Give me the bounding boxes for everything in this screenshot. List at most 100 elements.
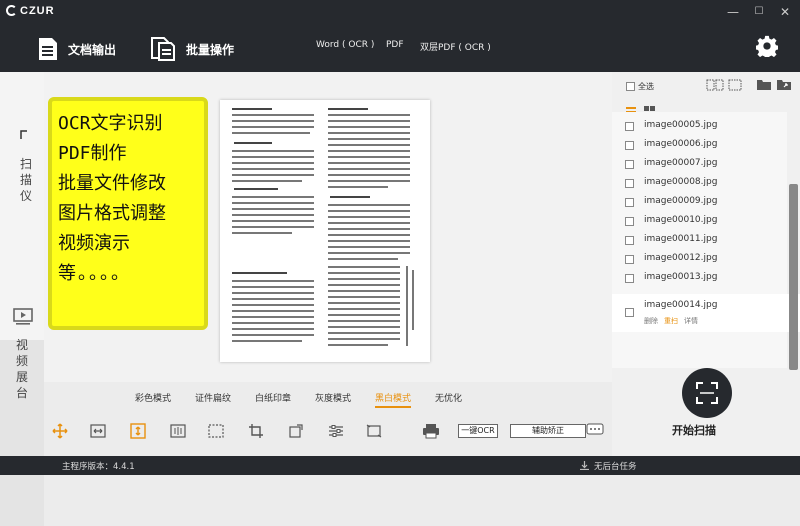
banner-line-etc: 等。。。。 xyxy=(58,263,131,284)
print-icon[interactable] xyxy=(422,423,440,439)
file-name: image00012.jpg xyxy=(644,253,718,263)
list-item[interactable]: image00011.jpg xyxy=(612,231,787,250)
start-scan-label: 开始扫描 xyxy=(672,424,716,437)
assist-correct-button[interactable]: 辅助矫正 xyxy=(510,424,586,438)
file-name: image00013.jpg xyxy=(644,272,718,282)
title-bar: CZUR — ☐ ✕ xyxy=(0,0,800,24)
one-click-ocr-button[interactable]: 一键OCR xyxy=(458,424,498,438)
download-icon xyxy=(580,461,589,470)
more-icon[interactable] xyxy=(586,423,604,437)
minimize-button[interactable]: — xyxy=(722,3,744,21)
fit-height-icon[interactable] xyxy=(130,423,146,439)
list-item[interactable]: image00013.jpg xyxy=(612,269,787,288)
compare-icon[interactable] xyxy=(706,79,724,91)
file-checkbox[interactable] xyxy=(625,217,634,226)
list-item[interactable]: image00009.jpg xyxy=(612,193,787,212)
video-nav[interactable]: 视频展台 xyxy=(15,337,29,401)
folder-export-icon[interactable] xyxy=(776,78,792,91)
doc-output-label: 文档输出 xyxy=(68,42,117,57)
file-checkbox[interactable] xyxy=(625,236,634,245)
select-all-label: 全选 xyxy=(638,82,654,91)
details-link[interactable]: 详情 xyxy=(684,316,698,326)
banner-line-pdf: PDF制作 xyxy=(58,143,127,164)
batch-label: 批量操作 xyxy=(186,42,235,57)
page-view-icon[interactable] xyxy=(728,79,742,91)
format-dual-pdf[interactable]: 双层PDF ( OCR ) xyxy=(420,40,491,53)
list-item[interactable]: image00008.jpg xyxy=(612,174,787,193)
brand-name: CZUR xyxy=(20,5,55,17)
mode-white-stamp[interactable]: 白纸印章 xyxy=(255,391,291,404)
file-checkbox[interactable] xyxy=(625,274,634,283)
logo-icon xyxy=(6,5,17,16)
banner-line-batch: 批量文件修改 xyxy=(58,173,166,194)
file-checkbox[interactable] xyxy=(625,122,634,131)
mode-bw[interactable]: 黑白模式 xyxy=(375,391,412,408)
document-preview xyxy=(220,100,430,362)
file-checkbox[interactable] xyxy=(625,198,634,207)
file-name: image00005.jpg xyxy=(644,120,718,130)
adjust-icon[interactable] xyxy=(328,423,344,439)
file-name: image00006.jpg xyxy=(644,139,718,149)
folder-open-icon[interactable] xyxy=(756,78,772,91)
list-item[interactable]: image00007.jpg xyxy=(612,155,787,174)
czur-logo: CZUR xyxy=(6,5,55,17)
mode-color[interactable]: 彩色模式 xyxy=(135,391,171,404)
start-scan-button[interactable] xyxy=(682,368,732,418)
main-toolbar: 文档输出 批量操作 Word ( OCR ) PDF 双层PDF ( OCR ) xyxy=(0,24,800,72)
deskew-icon[interactable] xyxy=(366,423,382,439)
file-checkbox[interactable] xyxy=(625,160,634,169)
status-bar: 主程序版本：4.4.1 无后台任务 xyxy=(0,456,800,475)
file-name: image00011.jpg xyxy=(644,234,718,244)
color-modes: 彩色模式 证件扁纹 白纸印章 灰度模式 黑白模式 无优化 xyxy=(44,382,612,408)
file-name: image00014.jpg xyxy=(644,300,718,310)
file-checkbox[interactable] xyxy=(625,179,634,188)
delete-link[interactable]: 删除 xyxy=(644,316,658,326)
selected-file-item[interactable]: image00014.jpg 删除 重扫 详情 xyxy=(612,294,800,332)
file-checkbox[interactable] xyxy=(625,255,634,264)
left-sidebar: 扫描仪 视频展台 xyxy=(0,72,44,526)
fit-width-icon[interactable] xyxy=(90,424,106,438)
select-all-checkbox[interactable] xyxy=(626,82,635,91)
file-name: image00009.jpg xyxy=(644,196,718,206)
maximize-button[interactable]: ☐ xyxy=(748,3,770,21)
mode-grayscale[interactable]: 灰度模式 xyxy=(315,391,351,404)
file-panel: 全选 image00005.jpg image00006.jpg image00… xyxy=(612,72,800,456)
list-item[interactable]: image00006.jpg xyxy=(612,136,787,155)
gear-icon[interactable] xyxy=(756,35,778,57)
list-item[interactable]: image00005.jpg xyxy=(612,117,787,136)
file-name: image00008.jpg xyxy=(644,177,718,187)
document-icon xyxy=(39,38,57,60)
list-item[interactable]: image00010.jpg xyxy=(612,212,787,231)
close-button[interactable]: ✕ xyxy=(774,3,796,21)
panel-header: 全选 xyxy=(612,72,800,100)
scan-frame-icon xyxy=(696,382,718,404)
rotate-icon[interactable] xyxy=(288,423,304,439)
file-checkbox[interactable] xyxy=(625,141,634,150)
format-word-ocr[interactable]: Word ( OCR ) xyxy=(316,40,374,50)
file-name: image00010.jpg xyxy=(644,215,718,225)
mode-none[interactable]: 无优化 xyxy=(435,391,462,404)
batch-docs-icon xyxy=(151,37,175,61)
banner-line-ocr: OCR文字识别 xyxy=(58,113,163,134)
list-item[interactable]: image00012.jpg xyxy=(612,250,787,269)
version-text: 主程序版本：4.4.1 xyxy=(62,462,135,472)
list-scrollbar[interactable] xyxy=(789,184,798,370)
feature-banner: OCR文字识别 PDF制作 批量文件修改 图片格式调整 视频演示 等。。。。 xyxy=(48,97,208,330)
move-icon[interactable] xyxy=(52,423,68,439)
file-checkbox[interactable] xyxy=(625,308,634,317)
scanner-icon xyxy=(20,130,27,139)
banner-line-video: 视频演示 xyxy=(58,233,130,254)
batch-tab[interactable]: 批量操作 xyxy=(150,36,234,62)
scanner-nav[interactable]: 扫描仪 xyxy=(19,156,33,204)
doc-output-tab[interactable]: 文档输出 xyxy=(38,36,116,62)
rescan-link[interactable]: 重扫 xyxy=(664,316,678,326)
crop-icon[interactable] xyxy=(248,423,264,439)
banner-line-format: 图片格式调整 xyxy=(58,203,166,224)
mode-id[interactable]: 证件扁纹 xyxy=(195,391,231,404)
video-icon xyxy=(13,308,33,325)
background-task-text: 无后台任务 xyxy=(594,462,637,472)
file-name: image00007.jpg xyxy=(644,158,718,168)
split-page-icon[interactable] xyxy=(170,424,186,438)
select-area-icon[interactable] xyxy=(208,424,224,438)
format-pdf[interactable]: PDF xyxy=(386,40,404,50)
